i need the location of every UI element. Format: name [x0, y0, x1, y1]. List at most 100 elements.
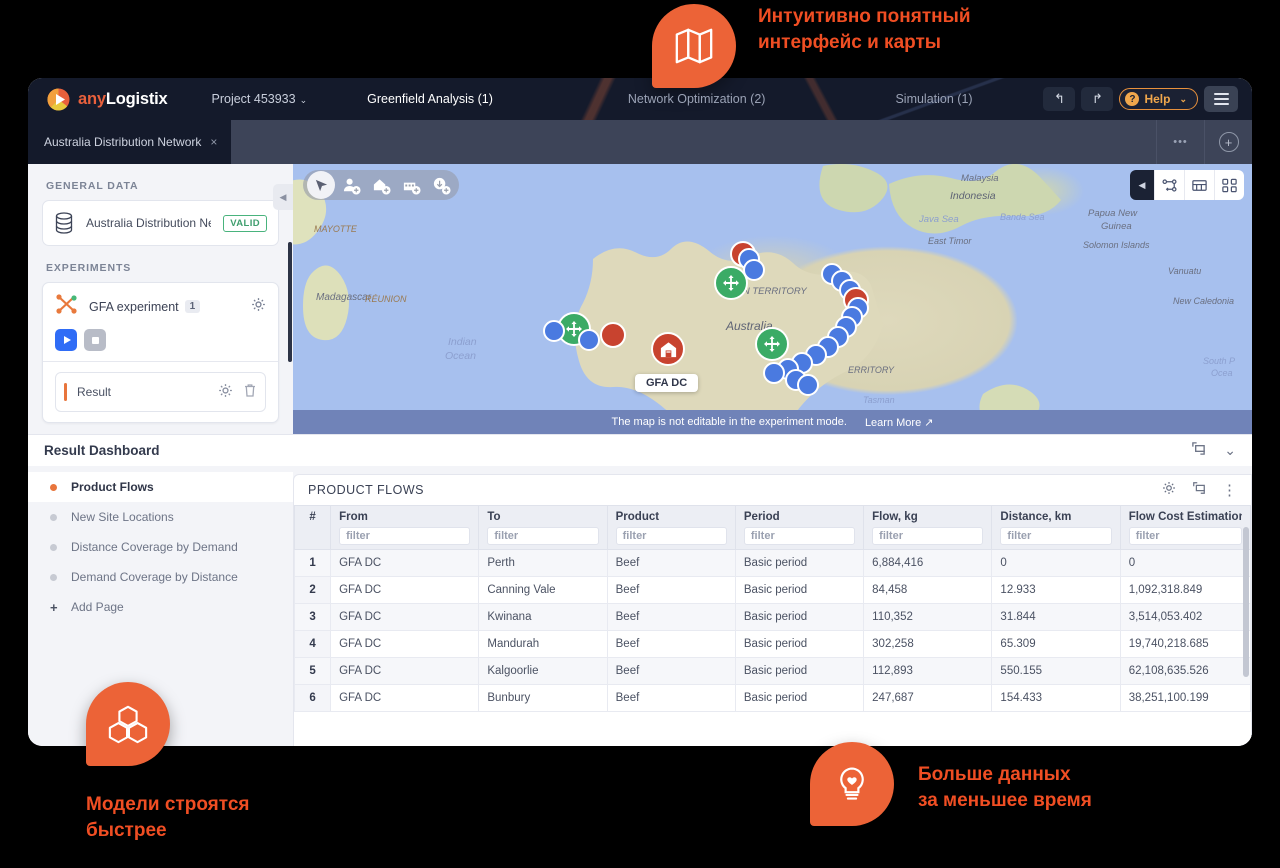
redo-icon: ↱ [1092, 91, 1103, 107]
bullet-icon [50, 484, 57, 491]
cell-from: GFA DC [331, 658, 479, 685]
cell-flow-cost-estimation: 3,514,053.402 [1120, 604, 1250, 631]
map-pin-customer[interactable] [543, 320, 565, 342]
callout-badge-data [810, 742, 894, 826]
cell-to: Perth [479, 550, 607, 577]
nav-network-optimization[interactable]: Network Optimization (2) [628, 92, 766, 106]
table-row[interactable]: 1GFA DCPerthBeefBasic period6,884,41600 [295, 550, 1251, 577]
column-product: Productfilter [607, 506, 735, 550]
nav-greenfield-analysis[interactable]: Greenfield Analysis (1) [367, 92, 493, 106]
cubes-icon [107, 703, 149, 745]
flows-icon[interactable] [1154, 170, 1184, 200]
add-site-icon[interactable] [367, 171, 395, 199]
dashboard-header-actions: ⌄ [1191, 441, 1236, 461]
row-index: 6 [295, 685, 331, 712]
layers-icon[interactable] [1214, 170, 1244, 200]
expand-icon[interactable] [1192, 481, 1206, 500]
learn-more-link[interactable]: Learn More ↗ [865, 416, 934, 429]
column-flow-cost-estimation: Flow Cost Estimation,filter [1120, 506, 1250, 550]
table-row[interactable]: 3GFA DCKwinanaBeefBasic period110,35231.… [295, 604, 1251, 631]
project-label: Project 453933 [212, 92, 296, 106]
map-pin-customer[interactable] [578, 329, 600, 351]
gear-icon[interactable] [1162, 481, 1176, 500]
map-pin-customer[interactable] [797, 374, 819, 396]
filter-input-flow[interactable]: filter [872, 527, 983, 545]
main-menu-button[interactable] [1204, 86, 1238, 112]
map-icon [673, 25, 715, 67]
add-customer-icon[interactable] [337, 171, 365, 199]
filter-input-to[interactable]: filter [487, 527, 598, 545]
select-tool-icon[interactable] [307, 171, 335, 199]
stop-button[interactable] [84, 329, 106, 351]
close-icon[interactable]: × [210, 135, 217, 149]
dashboard-page-distance-coverage-by-demand[interactable]: Distance Coverage by Demand [28, 532, 293, 562]
gear-icon[interactable] [218, 383, 233, 401]
sidebar-collapse-button[interactable]: ◀ [273, 184, 293, 210]
chevron-down-icon[interactable]: ⌄ [1224, 442, 1236, 459]
map-pin-site[interactable] [714, 266, 748, 300]
filter-input-distance[interactable]: filter [1000, 527, 1111, 545]
dashboard-page-demand-coverage-by-distance[interactable]: Demand Coverage by Distance [28, 562, 293, 592]
map-pin-facility[interactable] [600, 322, 626, 348]
map-pin-customer[interactable] [763, 362, 785, 384]
result-item[interactable]: Result [55, 372, 266, 412]
play-icon [64, 336, 71, 344]
add-supplier-icon[interactable] [427, 171, 455, 199]
nav-simulation[interactable]: Simulation (1) [895, 92, 972, 106]
run-button[interactable] [55, 329, 77, 351]
filter-input-period[interactable]: filter [744, 527, 855, 545]
dataset-card[interactable]: Australia Distribution Netw... VALID [42, 200, 279, 246]
column-from: Fromfilter [331, 506, 479, 550]
cell-product: Beef [607, 685, 735, 712]
database-icon [54, 212, 74, 234]
table-row[interactable]: 6GFA DCBunburyBeefBasic period247,687154… [295, 685, 1251, 712]
bullet-icon [50, 514, 57, 521]
table-row[interactable]: 4GFA DCMandurahBeefBasic period302,25865… [295, 631, 1251, 658]
dataset-name: Australia Distribution Netw... [86, 216, 211, 230]
expand-icon[interactable] [1191, 441, 1206, 461]
map-tools-right: ◀ [1130, 170, 1244, 200]
table-row[interactable]: 5GFA DCKalgoorlieBeefBasic period112,893… [295, 658, 1251, 685]
new-tab-button[interactable]: + [1204, 120, 1252, 164]
gear-icon[interactable] [251, 297, 266, 316]
table-icon[interactable] [1184, 170, 1214, 200]
dashboard-page-product-flows[interactable]: Product Flows [28, 472, 293, 502]
delete-icon[interactable] [243, 383, 257, 401]
filter-input-from[interactable]: filter [339, 527, 470, 545]
cell-flow-cost-estimation: 1,092,318.849 [1120, 577, 1250, 604]
tab-overflow-button[interactable]: ••• [1156, 120, 1204, 164]
anylogistix-logo-icon [46, 87, 71, 112]
redo-button[interactable]: ↱ [1081, 87, 1113, 111]
cell-distance: 65.309 [992, 631, 1120, 658]
table-scrollbar[interactable] [1243, 527, 1249, 677]
add-page-button[interactable]: +Add Page [28, 592, 293, 622]
filter-input-cost[interactable]: filter [1129, 527, 1242, 545]
map-pin-site[interactable] [755, 327, 789, 361]
cell-flow: 110,352 [864, 604, 992, 631]
map-panel-collapse-button[interactable]: ◀ [1130, 170, 1154, 200]
product-flows-table: # Fromfilter Tofilter Productfilter Peri… [294, 505, 1251, 712]
help-button[interactable]: ? Help ⌄ [1119, 88, 1198, 110]
cell-flow-cost-estimation: 62,108,635.526 [1120, 658, 1250, 685]
add-facility-icon[interactable] [397, 171, 425, 199]
app-logo[interactable]: anyLogistix [46, 87, 168, 112]
row-index: 3 [295, 604, 331, 631]
dashboard-page-new-site-locations[interactable]: New Site Locations [28, 502, 293, 532]
map-pin-gfa-dc[interactable] [651, 332, 685, 366]
map-view[interactable]: MalaysiaIndonesiaJava SeaBanda SeaPapua … [293, 164, 1252, 434]
column-to: Tofilter [479, 506, 607, 550]
more-menu-icon[interactable]: ⋮ [1222, 483, 1237, 498]
logo-any: any [78, 90, 106, 108]
page-label: Product Flows [71, 480, 154, 494]
table-row[interactable]: 2GFA DCCanning ValeBeefBasic period84,45… [295, 577, 1251, 604]
map-landmasses [293, 164, 1252, 434]
lightbulb-icon [832, 764, 872, 804]
callout-text-data: Больше данных за меньшее время [918, 762, 1092, 813]
map-tools-left [303, 170, 459, 200]
tab-australia-distribution-network[interactable]: Australia Distribution Network × [28, 120, 231, 164]
filter-input-product[interactable]: filter [616, 527, 727, 545]
project-selector[interactable]: Project 453933⌄ [212, 92, 308, 106]
sidebar-section-general-data: GENERAL DATA [42, 164, 279, 200]
undo-button[interactable]: ↰ [1043, 87, 1075, 111]
sidebar-scrollbar[interactable] [288, 242, 292, 362]
